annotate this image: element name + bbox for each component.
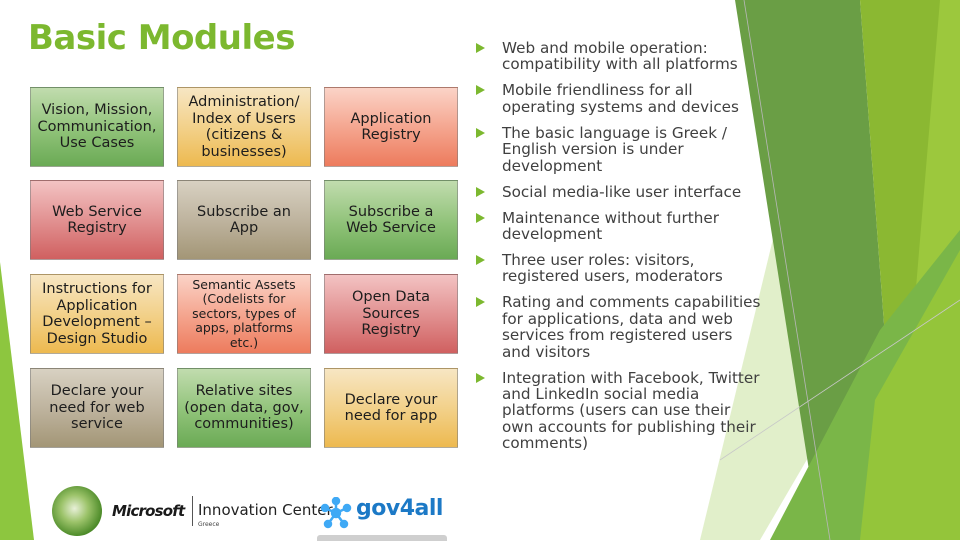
module-application-registry: Application Registry: [324, 87, 458, 167]
logo-divider: [192, 496, 193, 526]
right-shape-lime: [895, 0, 960, 540]
feature-item: The basic language is Greek / English ve…: [474, 125, 764, 174]
innovation-center-label: Innovation Center: [198, 501, 333, 519]
partner-logos: Microsoft Innovation Center Greece gov4a…: [52, 486, 452, 541]
bullet-arrow-icon: [476, 186, 485, 197]
left-green-wedge: [0, 262, 34, 540]
right-shape-lightgreen: [860, 250, 960, 540]
module-relative-sites: Relative sites (open data, gov, communit…: [177, 368, 311, 448]
university-seal-logo: [52, 486, 102, 536]
bullet-arrow-icon: [476, 255, 485, 266]
gov4all-underbar: [317, 535, 447, 541]
module-subscribe-app: Subscribe an App: [177, 180, 311, 260]
bullet-arrow-icon: [476, 372, 485, 383]
module-vision-mission: Vision, Mission, Communication, Use Case…: [30, 87, 164, 167]
bullet-arrow-icon: [476, 212, 485, 223]
module-subscribe-web-service: Subscribe a Web Service: [324, 180, 458, 260]
bullet-arrow-icon: [476, 43, 485, 53]
module-administration: Administration/ Index of Users (citizens…: [177, 87, 311, 167]
bullet-arrow-icon: [476, 85, 485, 96]
module-open-data-registry: Open Data Sources Registry: [324, 274, 458, 354]
module-web-service-registry: Web Service Registry: [30, 180, 164, 260]
right-shape-olive: [860, 0, 960, 540]
module-semantic-assets: Semantic Assets (Codelists for sectors, …: [177, 274, 311, 354]
module-instructions: Instructions for Application Development…: [30, 274, 164, 354]
feature-list: Web and mobile operation: compatibility …: [474, 40, 764, 461]
network-icon: [320, 497, 352, 529]
feature-item: Mobile friendliness for all operating sy…: [474, 82, 764, 115]
feature-item: Social media-like user interface: [474, 183, 764, 200]
feature-item: Rating and comments capabilities for app…: [474, 294, 764, 360]
bullet-arrow-icon: [476, 297, 485, 308]
gov4all-logo: gov4all: [356, 496, 443, 521]
module-declare-web-service: Declare your need for web service: [30, 368, 164, 448]
innovation-center-sublabel: Greece: [198, 521, 220, 528]
right-shape-midgreen: [770, 230, 960, 540]
feature-item: Integration with Facebook, Twitter and L…: [474, 369, 764, 452]
slide-title: Basic Modules: [28, 18, 295, 58]
microsoft-logo: Microsoft: [112, 502, 185, 520]
feature-item: Web and mobile operation: compatibility …: [474, 40, 764, 73]
feature-item: Maintenance without further development: [474, 209, 764, 243]
feature-item: Three user roles: visitors, registered u…: [474, 252, 764, 285]
bullet-arrow-icon: [476, 127, 485, 138]
module-declare-app: Declare your need for app: [324, 368, 458, 448]
